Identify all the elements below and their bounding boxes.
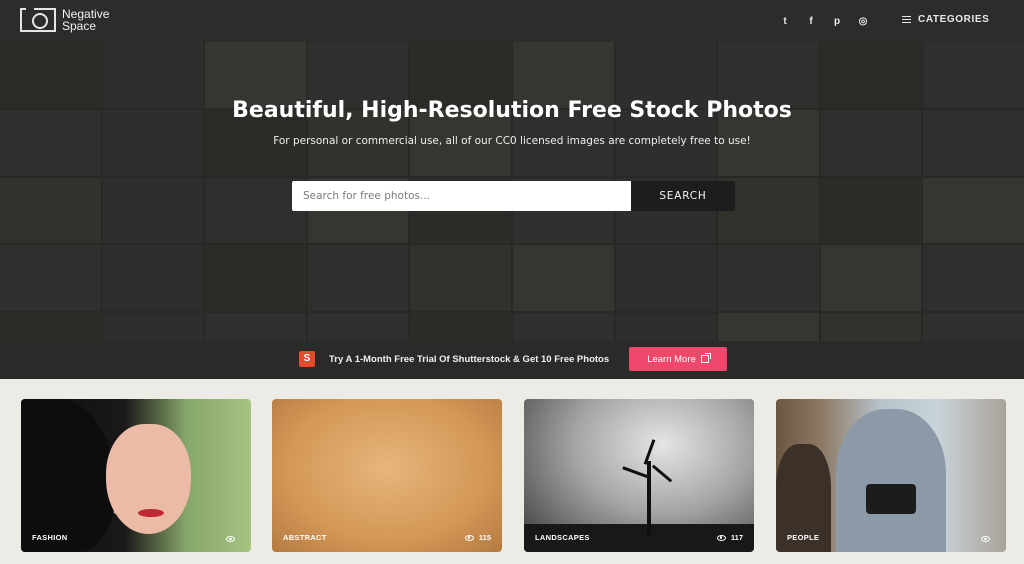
site-logo[interactable]: Negative Space (20, 5, 109, 33)
hero-title: Beautiful, High-Resolution Free Stock Ph… (232, 98, 792, 123)
category-card-fashion[interactable]: FASHION (21, 399, 251, 552)
card-label: ABSTRACT (283, 533, 327, 542)
external-link-icon (700, 353, 711, 363)
eye-icon (226, 536, 235, 542)
card-views: 115 (464, 533, 491, 542)
pinterest-icon[interactable]: p (830, 14, 844, 28)
categories-menu-button[interactable]: CATEGORIES (902, 14, 989, 25)
twitter-icon[interactable]: t (778, 14, 792, 28)
eye-icon (981, 536, 990, 542)
eye-icon (716, 534, 726, 541)
card-label: FASHION (32, 533, 68, 542)
card-label: LANDSCAPES (535, 533, 590, 542)
camera-logo-icon (20, 5, 56, 32)
promo-text: Try A 1-Month Free Trial Of Shutterstock… (329, 354, 610, 365)
shutterstock-logo-icon: S (299, 351, 315, 367)
categories-label: CATEGORIES (918, 14, 990, 25)
facebook-icon[interactable]: f (804, 14, 818, 28)
card-views: 117 (716, 533, 743, 542)
learn-more-button[interactable]: Learn More (629, 347, 727, 371)
instagram-icon[interactable]: ◎ (856, 14, 870, 28)
category-card-landscapes[interactable]: LANDSCAPES 117 (524, 399, 754, 552)
logo-text-line2: Space (62, 19, 97, 33)
search-button[interactable]: SEARCH (631, 181, 735, 211)
category-card-abstract[interactable]: ABSTRACT 115 (272, 399, 502, 552)
hero-subtitle: For personal or commercial use, all of o… (273, 135, 751, 147)
search-form: SEARCH (292, 181, 735, 211)
card-views (226, 536, 240, 542)
learn-more-label: Learn More (647, 353, 696, 365)
search-input[interactable] (292, 181, 631, 211)
top-navbar: Negative Space t f p ◎ CATEGORIES (0, 0, 1024, 42)
card-label: PEOPLE (787, 533, 820, 542)
card-view-count: 117 (730, 533, 743, 542)
card-views (981, 536, 995, 542)
hamburger-icon (902, 16, 911, 23)
card-view-count: 115 (478, 533, 491, 542)
category-card-people[interactable]: PEOPLE (776, 399, 1006, 552)
social-links: t f p ◎ (778, 14, 870, 28)
eye-icon (464, 534, 474, 541)
